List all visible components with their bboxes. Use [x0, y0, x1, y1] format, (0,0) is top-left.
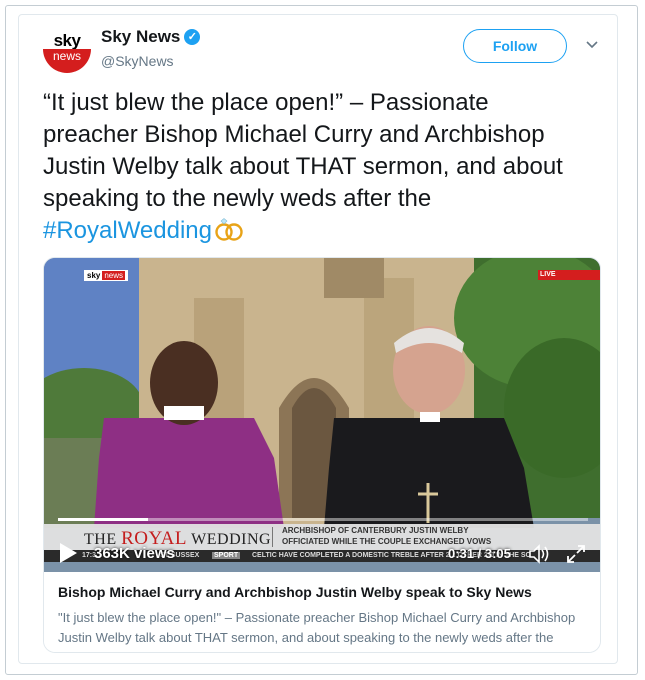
live-badge: LIVE [538, 270, 600, 280]
author-handle[interactable]: @SkyNews [101, 53, 174, 69]
lower-third-line1: ARCHBISHOP OF CANTERBURY JUSTIN WELBY [282, 526, 469, 535]
tweet-text: “It just blew the place open!” – Passion… [43, 87, 583, 247]
rings-emoji-icon [215, 218, 243, 241]
avatar[interactable]: sky news [43, 25, 91, 73]
preview-title: Bishop Michael Curry and Archbishop Just… [58, 584, 532, 600]
author-name[interactable]: Sky News [101, 27, 180, 47]
avatar-logo-top: sky [53, 31, 81, 50]
chevron-down-icon[interactable] [585, 37, 599, 51]
hashtag-link[interactable]: #RoyalWedding [43, 217, 212, 244]
tweet-card: sky news Sky News ✓ @SkyNews Follow “It … [18, 14, 618, 664]
video-time: 0:31 / 3:05 [448, 546, 511, 561]
view-count: 363K views [94, 545, 175, 562]
author-name-row[interactable]: Sky News ✓ [101, 27, 201, 47]
link-preview[interactable]: Bishop Michael Curry and Archbishop Just… [44, 572, 600, 652]
verified-icon: ✓ [184, 29, 201, 45]
volume-icon[interactable] [528, 544, 550, 564]
channel-logo: sky news [84, 270, 129, 281]
media-card[interactable]: sky news LIVE THE ROYAL WEDDING ARCHBISHO… [43, 257, 601, 653]
fullscreen-icon[interactable] [566, 544, 586, 564]
video-player[interactable]: sky news LIVE THE ROYAL WEDDING ARCHBISHO… [44, 258, 600, 572]
follow-button[interactable]: Follow [463, 29, 567, 63]
play-icon[interactable] [58, 542, 78, 564]
avatar-logo-bottom: news [52, 49, 81, 63]
preview-description: "It just blew the place open!" – Passion… [58, 610, 576, 652]
video-controls: 363K views 0:31 / 3:05 [44, 536, 600, 572]
progress-fill [58, 518, 149, 521]
tweet-body: “It just blew the place open!” – Passion… [43, 89, 563, 212]
progress-bar[interactable] [58, 518, 588, 521]
